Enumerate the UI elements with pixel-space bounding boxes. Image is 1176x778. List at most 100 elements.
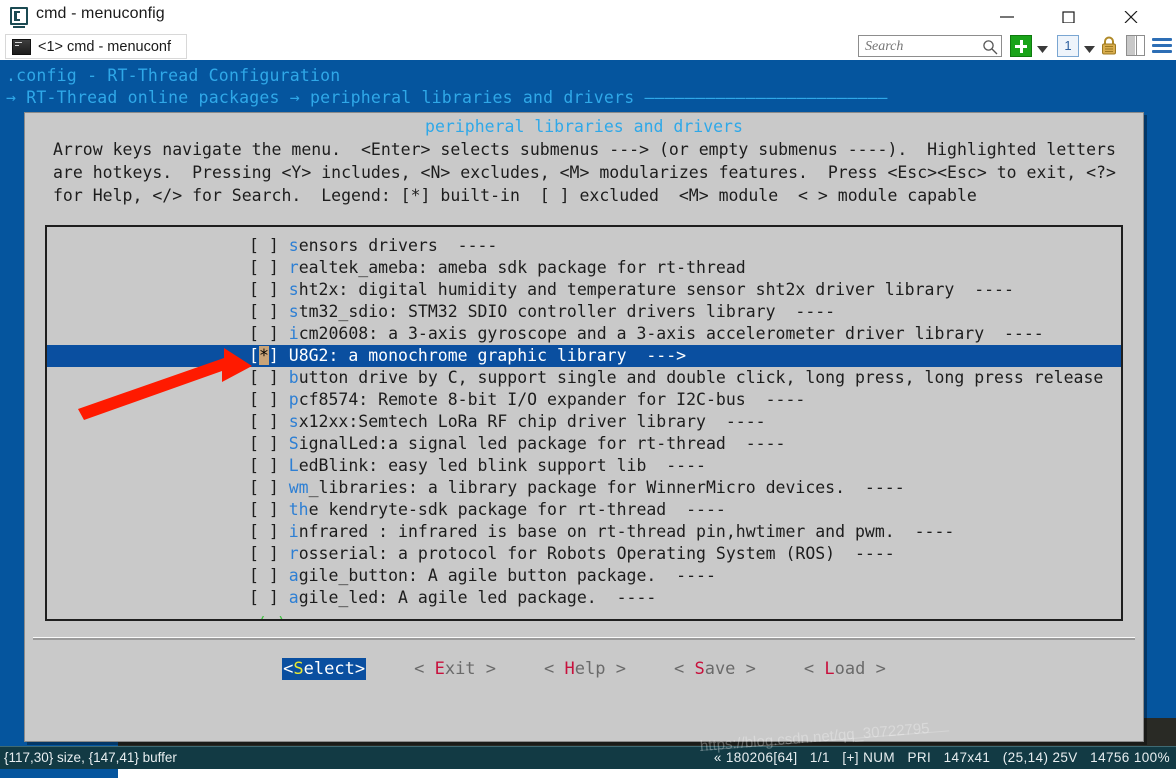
search-box[interactable] [858,35,1002,57]
checkbox-unchecked[interactable]: [ ] [249,500,279,519]
button-label: ave [704,659,736,679]
menu-item-row[interactable]: [ ] sht2x: digital humidity and temperat… [47,279,1121,301]
menu-item-row[interactable]: [ ] wm_libraries: a library package for … [47,477,1121,499]
menu-item-label: tm32_sdio: STM32 SDIO controller drivers… [298,302,836,321]
menu-item-hotkey: r [288,544,299,563]
button-bracket-open: < [673,659,695,679]
menu-item-row[interactable]: [ ] the kendryte-sdk package for rt-thre… [47,499,1121,521]
button-hotkey: L [824,659,835,679]
menu-item-row[interactable]: [ ] button drive by C, support single an… [47,367,1121,389]
menu-item-hotkey: wm [288,478,309,497]
chevron-down-icon[interactable] [1084,41,1095,59]
checkbox-unchecked[interactable]: [ ] [249,368,279,387]
plus-icon[interactable] [1010,35,1032,57]
breadcrumb-level-2[interactable]: peripheral libraries and drivers [310,88,634,107]
menu-item-hotkey: L [288,456,299,475]
search-input[interactable] [863,37,977,57]
save-button[interactable]: < Save > [674,659,756,679]
lock-icon[interactable] [1100,35,1118,56]
menu-item-hotkey: s [288,236,299,255]
menuconfig-dialog: peripheral libraries and drivers Arrow k… [24,112,1144,742]
menu-item-label: utton drive by C, support single and dou… [298,368,1123,387]
hamburger-icon[interactable] [1152,38,1172,54]
minimize-button[interactable] [984,0,1030,33]
exit-button[interactable]: < Exit > [414,659,496,679]
dialog-title-text: peripheral libraries and drivers [415,117,753,136]
checkbox-unchecked[interactable]: [ ] [249,412,279,431]
menu-item-row[interactable]: [ ] sensors drivers ---- [47,235,1121,257]
menu-item-row[interactable]: [ ] rosserial: a protocol for Robots Ope… [47,543,1121,565]
menu-item-hotkey: s [288,280,299,299]
menu-item-hotkey: a [288,588,299,607]
window-title: cmd - menuconfig [36,5,165,22]
checkbox-unchecked[interactable]: [ ] [249,434,279,453]
checkbox-unchecked[interactable]: [ ] [249,324,279,343]
checkbox-unchecked[interactable]: [ ] [249,390,279,409]
checkbox-unchecked[interactable]: [ ] [249,258,279,277]
window-titlebar[interactable]: cmd - menuconfig [0,0,1176,33]
menu-item-label: ensors drivers ---- [298,236,498,255]
breadcrumb-arrow-icon: → [279,88,311,107]
search-icon[interactable] [982,39,998,60]
load-button[interactable]: < Load > [804,659,886,679]
menu-item-row[interactable]: [ ] SignalLed:a signal led package for r… [47,433,1121,455]
checkbox-checked[interactable]: [*] [249,346,279,365]
checkbox-unchecked[interactable]: [ ] [249,566,279,585]
checkbox-unchecked[interactable]: [ ] [249,236,279,255]
menu-item-label: ignalLed:a signal led package for rt-thr… [298,434,786,453]
button-bracket-open: < [544,659,565,679]
checkbox-unchecked[interactable]: [ ] [249,478,279,497]
menu-item-hotkey: s [288,302,299,321]
tab-index-icon[interactable]: 1 [1057,35,1079,57]
button-label: elp [574,659,606,679]
menu-item-row[interactable]: [ ] stm32_sdio: STM32 SDIO controller dr… [47,301,1121,323]
checkbox-unchecked[interactable]: [ ] [249,522,279,541]
menu-item-row[interactable]: [ ] pcf8574: Remote 8-bit I/O expander f… [47,389,1121,411]
menu-item-row[interactable]: [ ] agile_button: A agile button package… [47,565,1121,587]
menu-item-hotkey: s [288,412,299,431]
checkbox-unchecked[interactable]: [ ] [249,544,279,563]
menu-list-frame[interactable]: [ ] sensors drivers ----[ ] realtek_ameb… [45,225,1123,621]
menu-item-hotkey: i [288,522,299,541]
tab-cmd-menuconf[interactable]: <1> cmd - menuconf [5,34,187,59]
checkbox-unchecked[interactable]: [ ] [249,280,279,299]
breadcrumb-level-1[interactable]: RT-Thread online packages [26,88,279,107]
menu-item-row[interactable]: [*] U8G2: a monochrome graphic library -… [47,345,1121,367]
dialog-title: peripheral libraries and drivers [33,117,1135,136]
menu-item-row[interactable]: [ ] sx12xx:Semtech LoRa RF chip driver l… [47,411,1121,433]
checkbox-unchecked[interactable]: [ ] [249,302,279,321]
button-label: elect [303,659,355,679]
button-bracket-close: > [354,659,366,679]
checkbox-unchecked[interactable]: [ ] [249,588,279,607]
menu-item-label: ealtek_ameba: ameba sdk package for rt-t… [298,258,746,277]
panes-icon[interactable] [1126,35,1145,56]
menu-item-hotkey: U [288,346,299,365]
menu-item-label: x12xx:Semtech LoRa RF chip driver librar… [298,412,766,431]
button-hotkey: S [293,659,304,679]
button-separator [33,637,1135,640]
close-icon[interactable] [1108,0,1154,33]
maximize-button[interactable] [1046,0,1092,33]
menu-item-row[interactable]: [ ] infrared : infrared is base on rt-th… [47,521,1121,543]
menu-item-row[interactable]: [ ] realtek_ameba: ameba sdk package for… [47,257,1121,279]
menu-item-row[interactable]: [ ] LedBlink: easy led blink support lib… [47,455,1121,477]
menu-item-row[interactable]: [ ] icm20608: a 3-axis gyroscope and a 3… [47,323,1121,345]
checkbox-unchecked[interactable]: [ ] [249,456,279,475]
help-button[interactable]: < Help > [544,659,626,679]
button-bracket-open: < [283,659,294,679]
menu-item-label: e kendryte-sdk package for rt-thread ---… [308,500,726,519]
button-label: oad [834,659,866,679]
select-button[interactable]: <Select> [282,658,367,680]
menu-item-row[interactable]: [ ] agile_led: A agile led package. ---- [47,587,1121,609]
menu-item-label: ht2x: digital humidity and temperature s… [298,280,1014,299]
chevron-down-icon[interactable] [1037,41,1048,59]
